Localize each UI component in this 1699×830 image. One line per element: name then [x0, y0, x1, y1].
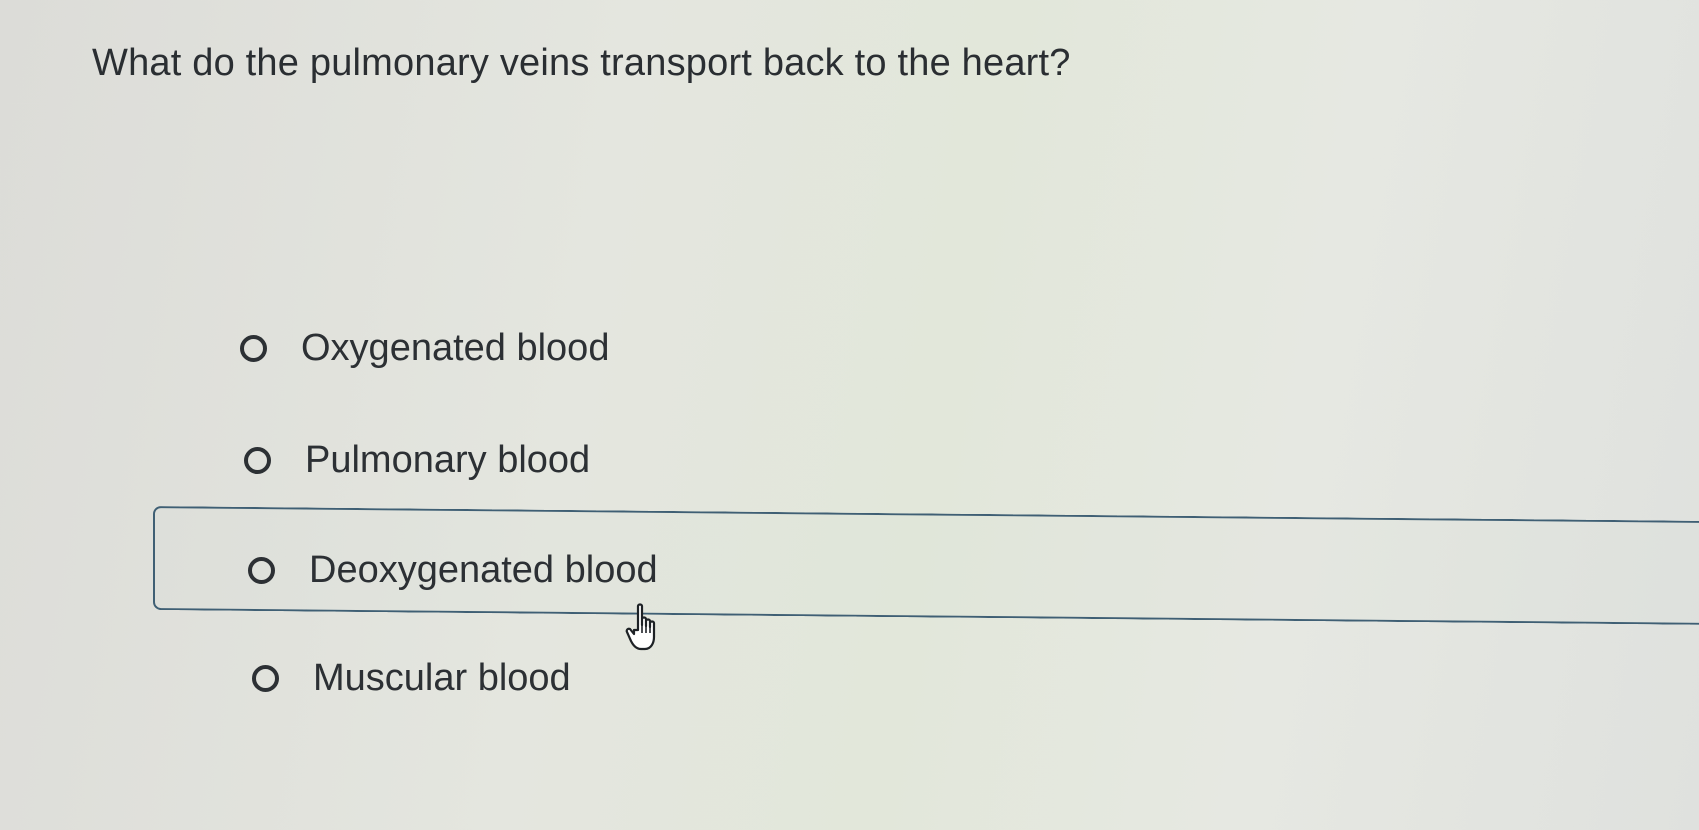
radio-unchecked-icon[interactable] [240, 334, 267, 362]
answer-options: Oxygenated blood Pulmonary blood Deoxyge… [0, 0, 1699, 830]
answer-option-oxygenated[interactable]: Oxygenated blood [240, 318, 609, 378]
radio-unchecked-icon[interactable] [248, 556, 275, 584]
answer-option-pulmonary[interactable]: Pulmonary blood [244, 430, 590, 490]
radio-unchecked-icon[interactable] [252, 664, 279, 692]
hand-pointer-cursor-icon [625, 603, 656, 651]
answer-option-label: Oxygenated blood [301, 326, 610, 369]
answer-option-label: Muscular blood [313, 656, 571, 699]
radio-unchecked-icon[interactable] [244, 446, 271, 474]
answer-option-label: Pulmonary blood [305, 438, 591, 481]
answer-option-muscular[interactable]: Muscular blood [252, 648, 571, 708]
answer-option-deoxygenated[interactable]: Deoxygenated blood [248, 540, 658, 600]
answer-option-label: Deoxygenated blood [309, 548, 658, 591]
